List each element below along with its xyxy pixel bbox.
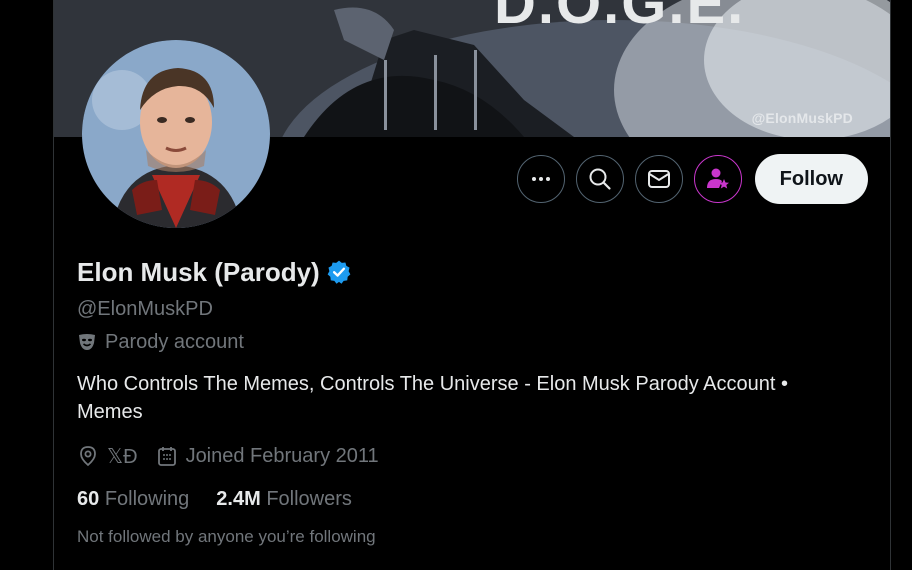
location-pin-icon (80, 446, 96, 467)
name-row: Elon Musk (Parody) (77, 252, 867, 292)
following-label: Following (104, 487, 190, 510)
avatar[interactable] (82, 40, 270, 228)
profile-actions: Follow (516, 154, 868, 204)
more-dots-icon (531, 177, 550, 181)
parody-label-row: Parody account (77, 327, 867, 357)
followers-link[interactable]: 2.4M Followers (216, 488, 352, 511)
follow-counts: 60 Following 2.4M Followers (77, 484, 867, 514)
followers-label: Followers (266, 487, 352, 510)
theater-mask-icon (79, 334, 95, 350)
display-name: Elon Musk (Parody) (77, 256, 320, 287)
avatar-image (82, 40, 270, 228)
profile-meta: 𝕏Đ Joined February 2011 (77, 441, 867, 471)
calendar-icon (157, 447, 176, 466)
joined-text: Joined February 2011 (185, 444, 379, 467)
handle: @ElonMuskPD (77, 298, 213, 320)
profile-info: Elon Musk (Parody) @ElonMuskPD Parody ac… (77, 252, 867, 547)
location: 𝕏Đ (77, 444, 138, 469)
followers-count: 2.4M (216, 487, 261, 510)
following-link[interactable]: 60 Following (77, 488, 189, 511)
parody-account-label: Parody account (105, 330, 244, 353)
banner-watermark: @ElonMuskPD (751, 110, 853, 126)
banner-headline: D.O.G.E. (494, 0, 746, 36)
profile-column: D.O.G.E. @ElonMuskPD Follow Elon Musk (P… (53, 0, 891, 570)
search-button[interactable] (575, 155, 624, 203)
follow-button[interactable]: Follow (754, 154, 868, 204)
bio: Who Controls The Memes, Controls The Uni… (77, 373, 788, 423)
person-star-icon (706, 168, 729, 189)
message-button[interactable] (634, 155, 683, 203)
not-followed-note: Not followed by anyone you’re following (77, 527, 376, 546)
subscribe-button[interactable] (693, 155, 742, 203)
search-icon (589, 168, 611, 190)
verified-badge-icon[interactable] (326, 259, 352, 285)
location-text: 𝕏Đ (107, 445, 138, 468)
mail-icon (647, 170, 670, 188)
more-button[interactable] (516, 155, 565, 203)
joined-date: Joined February 2011 (156, 445, 379, 468)
following-count: 60 (77, 487, 100, 510)
